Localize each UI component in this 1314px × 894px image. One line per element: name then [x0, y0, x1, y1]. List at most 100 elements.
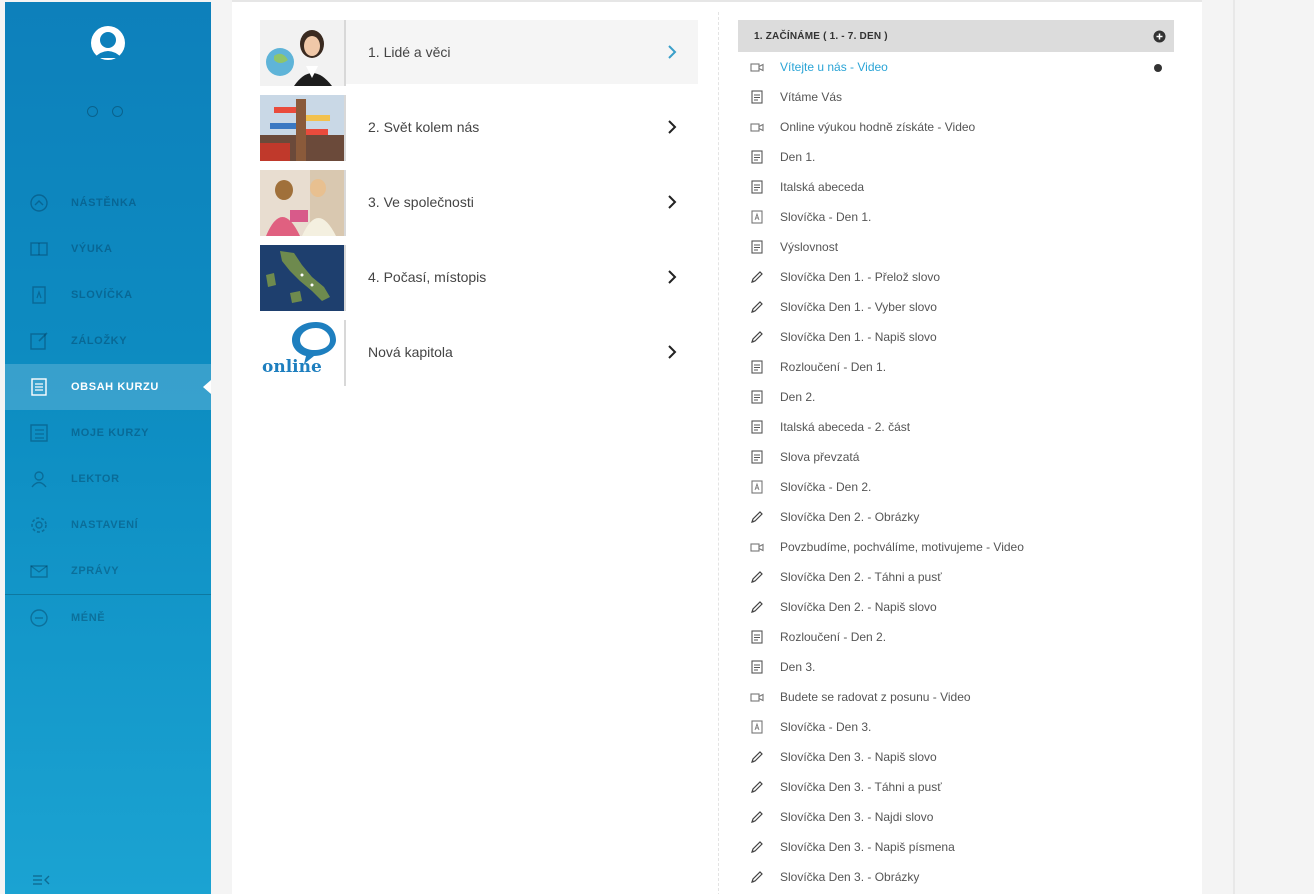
lesson-item[interactable]: Povzbudíme, pochválíme, motivujeme - Vid…	[738, 532, 1174, 562]
chapter-title: 3. Ve společnosti	[368, 194, 474, 210]
video-camera-icon	[750, 690, 764, 704]
pencil-icon	[750, 570, 764, 584]
lesson-item[interactable]: Slovíčka Den 3. - Napiš slovo	[738, 742, 1174, 772]
nav-item-zalozky[interactable]: ZÁLOŽKY	[5, 318, 211, 364]
nav-item-slovicka[interactable]: SLOVÍČKA	[5, 272, 211, 318]
current-lesson-dot	[1154, 64, 1162, 72]
lesson-item[interactable]: Slovíčka - Den 2.	[738, 472, 1174, 502]
vocabulary-card-icon	[750, 480, 764, 494]
lesson-item[interactable]: Rozloučení - Den 1.	[738, 352, 1174, 382]
nav-item-nastaveni[interactable]: NASTAVENÍ	[5, 502, 211, 548]
chapter-title: 4. Počasí, místopis	[368, 269, 487, 285]
chevron-right-icon	[666, 344, 678, 360]
lesson-title: Den 1.	[780, 150, 816, 164]
pencil-icon	[750, 750, 764, 764]
pencil-icon	[750, 870, 764, 884]
lesson-item[interactable]: Slovíčka Den 3. - Táhni a pusť	[738, 772, 1174, 802]
lesson-title: Slovíčka Den 3. - Najdi slovo	[780, 810, 934, 824]
lesson-item[interactable]: Slovíčka Den 3. - Napiš písmena	[738, 832, 1174, 862]
user-avatar-icon[interactable]	[89, 24, 127, 64]
vocabulary-card-icon	[29, 285, 49, 305]
vocabulary-card-icon	[750, 720, 764, 734]
envelope-icon	[29, 561, 49, 581]
section-header[interactable]: 1. ZAČÍNÁME ( 1. - 7. DEN )	[738, 20, 1174, 52]
chapter-item[interactable]: 1. Lidé a věci	[260, 18, 698, 93]
lesson-title: Výslovnost	[780, 240, 839, 254]
lesson-item[interactable]: Italská abeceda - 2. část	[738, 412, 1174, 442]
lesson-item[interactable]: Rozloučení - Den 2.	[738, 622, 1174, 652]
expand-plus-icon[interactable]	[1153, 30, 1166, 43]
lesson-title: Den 2.	[780, 390, 816, 404]
nav-item-lektor[interactable]: LEKTOR	[5, 456, 211, 502]
lesson-item[interactable]: Slovíčka Den 1. - Vyber slovo	[738, 292, 1174, 322]
document-icon	[750, 150, 764, 164]
lesson-item[interactable]: Budete se radovat z posunu - Video	[738, 682, 1174, 712]
course-content-panel: 1. Lidé a věci 2. Svět kolem nás 3. Ve s…	[232, 0, 1202, 894]
lesson-item[interactable]: Vítáme Vás	[738, 82, 1174, 112]
lesson-item[interactable]: Den 3.	[738, 652, 1174, 682]
panel-edge	[1233, 0, 1235, 894]
nav-item-vyuka[interactable]: VÝUKA	[5, 226, 211, 272]
document-icon	[750, 660, 764, 674]
lesson-title: Den 3.	[780, 660, 816, 674]
power-icon[interactable]	[87, 106, 98, 117]
lesson-item[interactable]: Slovíčka Den 2. - Táhni a pusť	[738, 562, 1174, 592]
chapter-thumbnail	[260, 95, 344, 161]
lesson-item[interactable]: Slovíčka Den 3. - Najdi slovo	[738, 802, 1174, 832]
lesson-item[interactable]: Slovíčka Den 1. - Přelož slovo	[738, 262, 1174, 292]
collapse-sidebar-icon[interactable]	[31, 872, 51, 888]
lesson-item[interactable]: Slovíčka - Den 1.	[738, 202, 1174, 232]
document-icon	[750, 240, 764, 254]
video-camera-icon	[750, 60, 764, 74]
document-icon	[750, 450, 764, 464]
pencil-icon	[750, 510, 764, 524]
lesson-item[interactable]: Online výukou hodně získáte - Video	[738, 112, 1174, 142]
lesson-item[interactable]: Den 1.	[738, 142, 1174, 172]
lesson-item[interactable]: Slova převzatá	[738, 442, 1174, 472]
nav-item-mene[interactable]: MÉNĚ	[5, 595, 211, 641]
lesson-item[interactable]: Den 2.	[738, 382, 1174, 412]
chapter-thumbnail	[260, 245, 344, 311]
person-icon	[29, 469, 49, 489]
lesson-title: Slovíčka - Den 1.	[780, 210, 872, 224]
lesson-title: Italská abeceda	[780, 180, 865, 194]
nav-label: MÉNĚ	[71, 612, 106, 624]
chapter-item[interactable]: 4. Počasí, místopis	[260, 243, 698, 318]
pencil-icon	[750, 270, 764, 284]
nav-label: MOJE KURZY	[71, 427, 150, 439]
gear-icon	[29, 515, 49, 535]
chapter-title: 2. Svět kolem nás	[368, 119, 480, 135]
nav-item-zpravy[interactable]: ZPRÁVY	[5, 548, 211, 594]
lesson-item[interactable]: Výslovnost	[738, 232, 1174, 262]
chapter-item[interactable]: online Nová kapitola	[260, 318, 698, 393]
lesson-item[interactable]: Vítejte u nás - Video	[738, 52, 1174, 82]
pencil-icon	[750, 300, 764, 314]
lesson-item[interactable]: Italská abeceda	[738, 172, 1174, 202]
nav-label: LEKTOR	[71, 473, 120, 485]
lesson-item[interactable]: Slovíčka Den 3. - Obrázky	[738, 862, 1174, 892]
lesson-item[interactable]: Slovíčka Den 2. - Napiš slovo	[738, 592, 1174, 622]
dashboard-icon	[29, 193, 49, 213]
lesson-title: Slovíčka Den 1. - Přelož slovo	[780, 270, 941, 284]
lesson-title: Vítejte u nás - Video	[780, 60, 888, 74]
nav-label: NÁSTĚNKA	[71, 197, 137, 209]
lesson-title: Budete se radovat z posunu - Video	[780, 690, 971, 704]
nav-item-moje-kurzy[interactable]: MOJE KURZY	[5, 410, 211, 456]
lesson-title: Slovíčka Den 1. - Vyber slovo	[780, 300, 937, 314]
lesson-title: Online výukou hodně získáte - Video	[780, 120, 976, 134]
video-camera-icon	[750, 120, 764, 134]
lesson-item[interactable]: Slovíčka - Den 3.	[738, 712, 1174, 742]
chapter-item[interactable]: 3. Ve společnosti	[260, 168, 698, 243]
lesson-title: Slovíčka - Den 3.	[780, 720, 872, 734]
nav-item-obsah-kurzu[interactable]: OBSAH KURZU	[5, 364, 211, 410]
lesson-item[interactable]: Slovíčka Den 2. - Obrázky	[738, 502, 1174, 532]
chevron-right-icon	[666, 119, 678, 135]
lesson-title: Slovíčka Den 1. - Napiš slovo	[780, 330, 937, 344]
help-icon[interactable]	[112, 106, 123, 117]
chapter-item[interactable]: 2. Svět kolem nás	[260, 93, 698, 168]
nav-item-nastenka[interactable]: NÁSTĚNKA	[5, 180, 211, 226]
lesson-item[interactable]: Slovíčka Den 1. - Napiš slovo	[738, 322, 1174, 352]
column-divider	[718, 12, 719, 894]
svg-text:online: online	[262, 357, 322, 377]
bookmark-edit-icon	[29, 331, 49, 351]
